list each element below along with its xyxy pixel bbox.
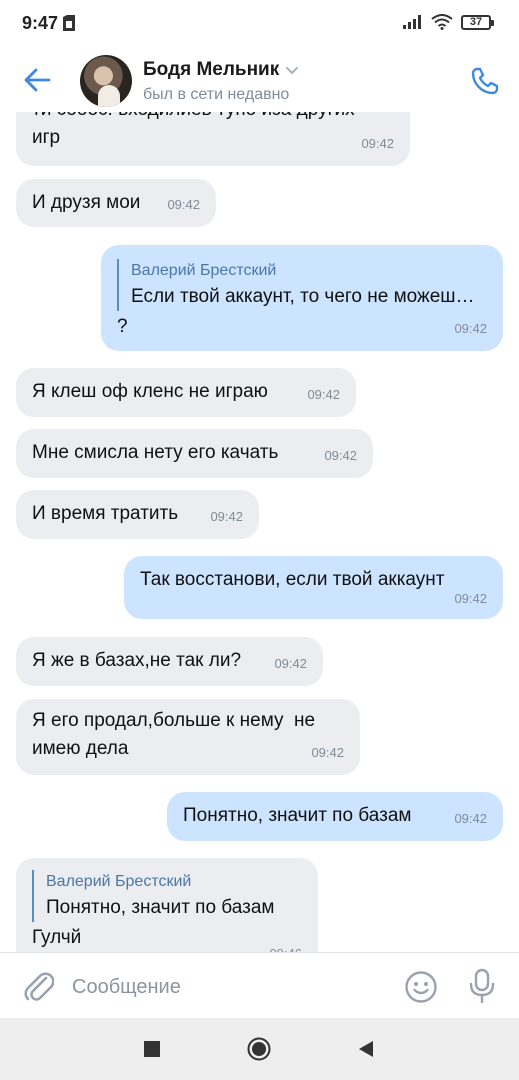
message-text: Я клеш оф кленс не играю [32, 381, 268, 402]
message-bubble-outgoing[interactable]: Так восстанови, если твой аккаунт 09:42 [124, 556, 503, 619]
arrow-left-icon[interactable] [22, 66, 52, 94]
message-text: Я же в базах,не так ли? [32, 650, 242, 671]
status-time: 9:47 [22, 13, 59, 33]
message-time: 09:42 [454, 811, 487, 826]
message-bubble-incoming[interactable]: Я клеш оф кленс не играю 09:42 [16, 368, 356, 417]
system-nav-bar [0, 1018, 519, 1080]
message-time: 09:46 [269, 940, 302, 952]
message-time: 09:42 [454, 591, 487, 606]
message-bubble-incoming[interactable]: Мне смисла нету его качать 09:42 [16, 429, 373, 478]
message-bubble-outgoing[interactable]: Валерий Брестский Если твой аккаунт, то … [101, 245, 503, 351]
reply-quote[interactable]: Валерий Брестский Понятно, значит по баз… [32, 870, 302, 922]
recent-apps-button[interactable] [140, 1037, 164, 1061]
message-text: Гулчй [32, 927, 82, 948]
reply-quote[interactable]: Валерий Брестский Если твой аккаунт, то … [117, 259, 487, 311]
triangle-icon [359, 1041, 373, 1057]
message-text: Я его продал,больше к нему не имею дела [32, 710, 316, 759]
message-bubble-incoming[interactable]: И время тратить 09:42 [16, 490, 259, 539]
signal-icon [403, 15, 421, 29]
message-text: И друзя мои [32, 192, 141, 213]
reply-author: Валерий Брестский [131, 262, 277, 279]
message-bubble-incoming[interactable]: Я его продал,больше к нему не имею дела … [16, 699, 360, 775]
contact-name-text: Бодя Мельник [143, 59, 280, 80]
microphone-icon[interactable] [468, 968, 496, 1004]
reply-author: Валерий Брестский [46, 873, 192, 890]
message-bubble-incoming[interactable]: Валерий Брестский Понятно, значит по баз… [16, 858, 318, 952]
message-time: 09:42 [324, 448, 357, 463]
message-list[interactable]: ти сооос: входилиев тупо иза других игр … [0, 112, 519, 952]
message-bubble-incoming[interactable]: ти сооос: входилиев тупо иза других игр … [16, 112, 410, 166]
message-text: Так восстанови, если твой аккаунт [140, 569, 445, 590]
phone-icon[interactable] [469, 65, 501, 97]
chat-header: Бодя Мельник был в сети недавно [0, 46, 519, 112]
home-button[interactable] [247, 1037, 271, 1061]
smile-icon[interactable] [404, 970, 438, 1004]
message-text: И время тратить [32, 503, 179, 524]
battery-level: 37 [469, 16, 483, 28]
paperclip-icon[interactable] [22, 968, 54, 1004]
message-text: ти сооос: входилиев тупо иза других игр [32, 112, 355, 148]
message-text: ? [117, 316, 128, 337]
message-time: 09:42 [454, 321, 487, 336]
battery-icon: 37 [461, 14, 494, 30]
circle-icon [247, 1037, 271, 1061]
message-bubble-outgoing[interactable]: Понятно, значит по базам 09:42 [167, 792, 503, 841]
wifi-icon [431, 14, 453, 30]
reply-text: Если твой аккаунт, то чего не можеш… [131, 286, 475, 307]
message-text: Мне смисла нету его качать [32, 442, 279, 463]
message-bubble-incoming[interactable]: Я же в базах,не так ли? 09:42 [16, 637, 323, 686]
message-time: 09:42 [361, 136, 394, 151]
square-icon [144, 1041, 160, 1057]
message-text: Понятно, значит по базам [183, 805, 412, 826]
reply-text: Понятно, значит по базам [46, 897, 275, 918]
message-time: 09:42 [307, 387, 340, 402]
back-button[interactable] [354, 1037, 378, 1061]
sim-card-icon [63, 15, 75, 31]
message-time: 09:42 [311, 745, 344, 760]
message-time: 09:42 [167, 197, 200, 212]
chevron-down-icon [286, 67, 299, 75]
contact-status: был в сети недавно [143, 86, 290, 103]
message-bubble-incoming[interactable]: И друзя мои 09:42 [16, 179, 216, 227]
message-input[interactable] [70, 967, 384, 1007]
status-bar: 9:47 37 [0, 0, 519, 46]
message-time: 09:42 [210, 509, 243, 524]
message-composer [0, 952, 519, 1019]
contact-name[interactable]: Бодя Мельник [143, 59, 299, 81]
status-indicators: 37 [403, 14, 494, 30]
avatar[interactable] [80, 55, 132, 107]
message-time: 09:42 [274, 656, 307, 671]
